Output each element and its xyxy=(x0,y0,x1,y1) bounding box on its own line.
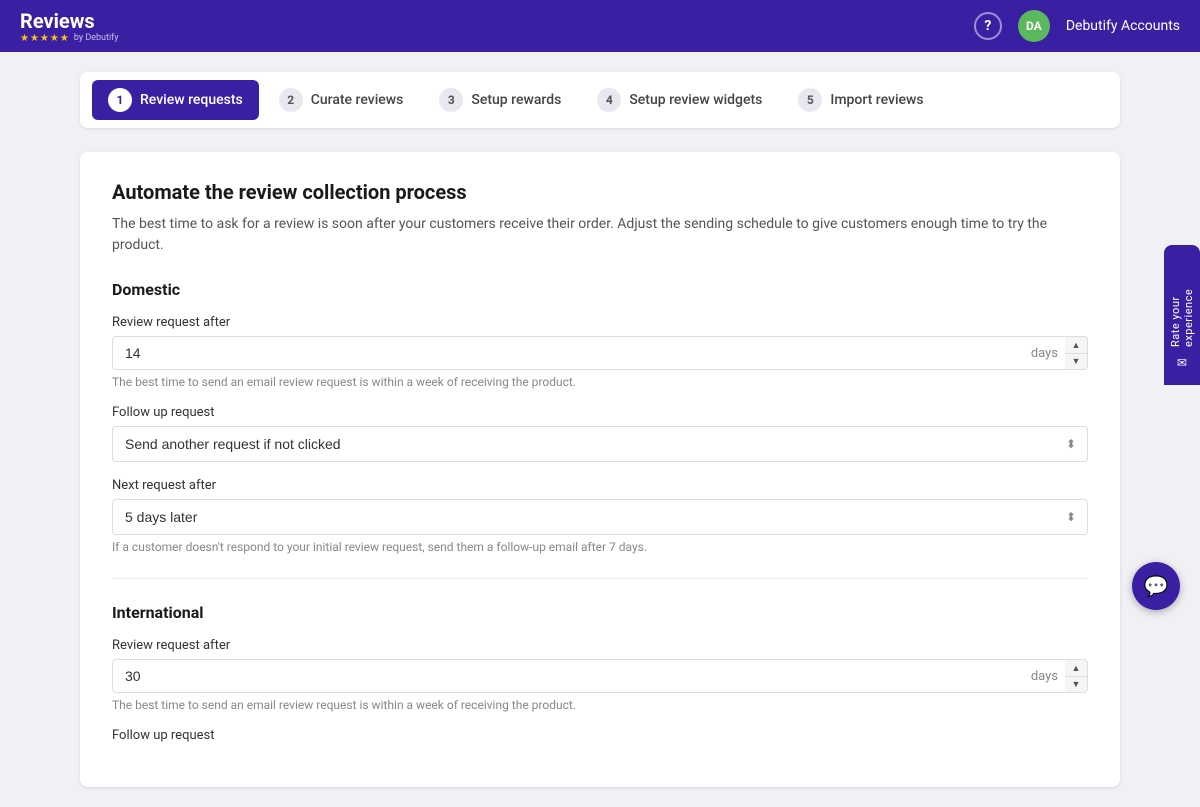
step-3-setup-rewards[interactable]: 3 Setup rewards xyxy=(423,80,577,120)
domestic-review-request-hint: The best time to send an email review re… xyxy=(112,375,1088,389)
domestic-days-suffix: days xyxy=(1031,346,1058,361)
international-review-request-hint: The best time to send an email review re… xyxy=(112,698,1088,712)
domestic-spinner: ▲ ▼ xyxy=(1065,336,1088,370)
feedback-text: Rate your experience xyxy=(1169,261,1195,347)
international-spinner-down[interactable]: ▼ xyxy=(1065,677,1087,693)
international-review-request-after-group: Review request after days ▲ ▼ The best t… xyxy=(112,638,1088,712)
header-right: ? DA Debutify Accounts xyxy=(974,10,1180,42)
chat-bubble[interactable]: 💬 xyxy=(1132,562,1180,610)
step-2-number: 2 xyxy=(279,88,303,112)
international-follow-up-group: Follow up request xyxy=(112,728,1088,743)
logo: Reviews ★★★★★ by Debutify xyxy=(20,9,119,44)
page-description: The best time to ask for a review is soo… xyxy=(112,214,1088,256)
main-content: 1 Review requests 2 Curate reviews 3 Set… xyxy=(0,52,1200,807)
logo-stars: ★★★★★ xyxy=(20,33,70,44)
step-5-import-reviews[interactable]: 5 Import reviews xyxy=(782,80,939,120)
avatar: DA xyxy=(1018,10,1050,42)
domestic-section-title: Domestic xyxy=(112,280,1088,299)
domestic-next-request-group: Next request after 3 days later 5 days l… xyxy=(112,478,1088,554)
account-name: Debutify Accounts xyxy=(1066,18,1180,34)
domestic-follow-up-select-wrapper: Send another request if not clicked Send… xyxy=(112,426,1088,462)
international-spinner: ▲ ▼ xyxy=(1065,659,1088,693)
domestic-next-request-hint: If a customer doesn't respond to your in… xyxy=(112,540,1088,554)
page-title: Automate the review collection process xyxy=(112,180,1088,204)
chat-icon: 💬 xyxy=(1144,574,1169,598)
step-1-number: 1 xyxy=(108,88,132,112)
step-4-setup-widgets[interactable]: 4 Setup review widgets xyxy=(581,80,778,120)
domestic-follow-up-label: Follow up request xyxy=(112,405,1088,420)
international-days-suffix: days xyxy=(1031,669,1058,684)
step-5-number: 5 xyxy=(798,88,822,112)
section-divider xyxy=(112,578,1088,579)
content-area: Automate the review collection process T… xyxy=(80,152,1120,787)
step-2-curate-reviews[interactable]: 2 Curate reviews xyxy=(263,80,420,120)
international-review-request-after-wrapper: days ▲ ▼ xyxy=(112,659,1088,693)
header: Reviews ★★★★★ by Debutify ? DA Debutify … xyxy=(0,0,1200,52)
logo-text: Reviews xyxy=(20,9,95,33)
step-5-label: Import reviews xyxy=(830,92,923,108)
step-1-review-requests[interactable]: 1 Review requests xyxy=(92,80,259,120)
domestic-review-request-after-wrapper: days ▲ ▼ xyxy=(112,336,1088,370)
international-section-title: International xyxy=(112,603,1088,622)
domestic-spinner-up[interactable]: ▲ xyxy=(1065,337,1087,354)
domestic-review-request-after-label: Review request after xyxy=(112,315,1088,330)
logo-sub: by Debutify xyxy=(74,33,119,43)
domestic-follow-up-select[interactable]: Send another request if not clicked Send… xyxy=(112,426,1088,462)
steps-navigation: 1 Review requests 2 Curate reviews 3 Set… xyxy=(80,72,1120,128)
step-4-number: 4 xyxy=(597,88,621,112)
domestic-next-request-select[interactable]: 3 days later 5 days later 7 days later 1… xyxy=(112,499,1088,535)
international-follow-up-label: Follow up request xyxy=(112,728,1088,743)
feedback-label: ✉ xyxy=(1175,355,1189,369)
step-1-label: Review requests xyxy=(140,92,243,108)
step-2-label: Curate reviews xyxy=(311,92,404,108)
domestic-follow-up-group: Follow up request Send another request i… xyxy=(112,405,1088,462)
step-4-label: Setup review widgets xyxy=(629,92,762,108)
domestic-spinner-down[interactable]: ▼ xyxy=(1065,354,1087,370)
international-review-request-after-input[interactable] xyxy=(112,659,1088,693)
help-icon[interactable]: ? xyxy=(974,12,1002,40)
international-spinner-up[interactable]: ▲ xyxy=(1065,660,1087,677)
domestic-next-request-label: Next request after xyxy=(112,478,1088,493)
domestic-section: Domestic Review request after days ▲ ▼ T… xyxy=(112,280,1088,554)
domestic-review-request-after-group: Review request after days ▲ ▼ The best t… xyxy=(112,315,1088,389)
domestic-next-request-select-wrapper: 3 days later 5 days later 7 days later 1… xyxy=(112,499,1088,535)
step-3-number: 3 xyxy=(439,88,463,112)
step-3-label: Setup rewards xyxy=(471,92,561,108)
domestic-review-request-after-input[interactable] xyxy=(112,336,1088,370)
international-review-request-after-label: Review request after xyxy=(112,638,1088,653)
international-section: International Review request after days … xyxy=(112,603,1088,743)
feedback-sidebar[interactable]: ✉ Rate your experience xyxy=(1164,245,1200,385)
